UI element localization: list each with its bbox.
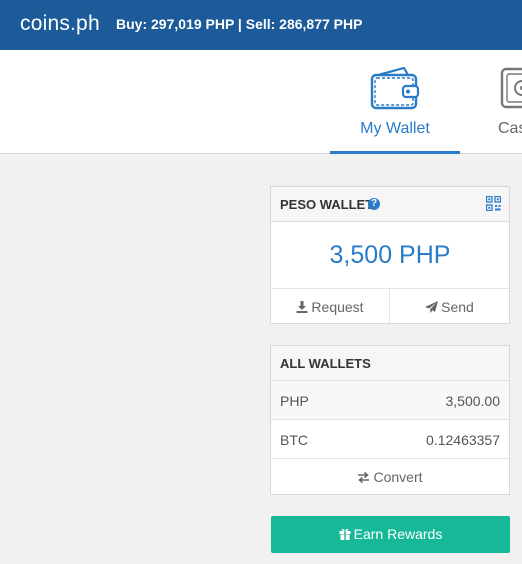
peso-balance: 3,500 PHP: [329, 241, 451, 269]
wallet-row-btc[interactable]: BTC 0.12463357: [271, 420, 509, 459]
exchange-rates: Buy: 297,019 PHP | Sell: 286,877 PHP: [116, 16, 363, 32]
qr-code-icon[interactable]: [486, 196, 501, 211]
download-icon: [296, 301, 308, 313]
peso-wallet-title: PESO WALLET: [280, 197, 374, 212]
tab-my-wallet[interactable]: My Wallet: [330, 50, 460, 154]
convert-label: Convert: [373, 469, 423, 485]
peso-actions: Request Send: [271, 288, 509, 325]
tab-my-wallet-label: My Wallet: [360, 120, 430, 137]
brand-logo[interactable]: coins.ph: [20, 12, 100, 36]
wallet-currency: PHP: [280, 393, 309, 409]
help-icon[interactable]: ?: [368, 198, 380, 210]
tab-cash[interactable]: Cas: [492, 50, 522, 154]
exchange-icon: [358, 471, 370, 484]
wallet-amount: 0.12463357: [426, 432, 500, 448]
wallet-amount: 3,500.00: [445, 393, 501, 409]
request-label: Request: [311, 299, 364, 315]
wallet-icon: [370, 67, 420, 110]
all-wallets-card: ALL WALLETS PHP 3,500.00 BTC 0.12463357 …: [270, 345, 510, 495]
peso-wallet-card: PESO WALLET ? 3,500 PHP Request Send: [270, 186, 510, 325]
all-wallets-title: ALL WALLETS: [280, 356, 371, 371]
send-label: Send: [441, 299, 474, 315]
safe-icon: [500, 67, 522, 109]
earn-rewards-button[interactable]: Earn Rewards: [271, 516, 510, 553]
main-nav: My Wallet Cas: [0, 50, 522, 154]
convert-button[interactable]: Convert: [271, 459, 509, 495]
all-wallets-header: ALL WALLETS: [271, 346, 509, 381]
send-button[interactable]: Send: [390, 289, 509, 325]
request-button[interactable]: Request: [271, 289, 390, 325]
wallet-currency: BTC: [280, 432, 308, 448]
earn-rewards-label: Earn Rewards: [353, 526, 443, 542]
peso-wallet-header: PESO WALLET ?: [271, 187, 509, 222]
paper-plane-icon: [425, 301, 439, 313]
top-header: coins.ph Buy: 297,019 PHP | Sell: 286,87…: [0, 0, 522, 50]
gift-icon: [339, 528, 351, 540]
tab-cash-label: Cas: [498, 120, 522, 137]
wallet-row-php[interactable]: PHP 3,500.00: [271, 381, 509, 420]
